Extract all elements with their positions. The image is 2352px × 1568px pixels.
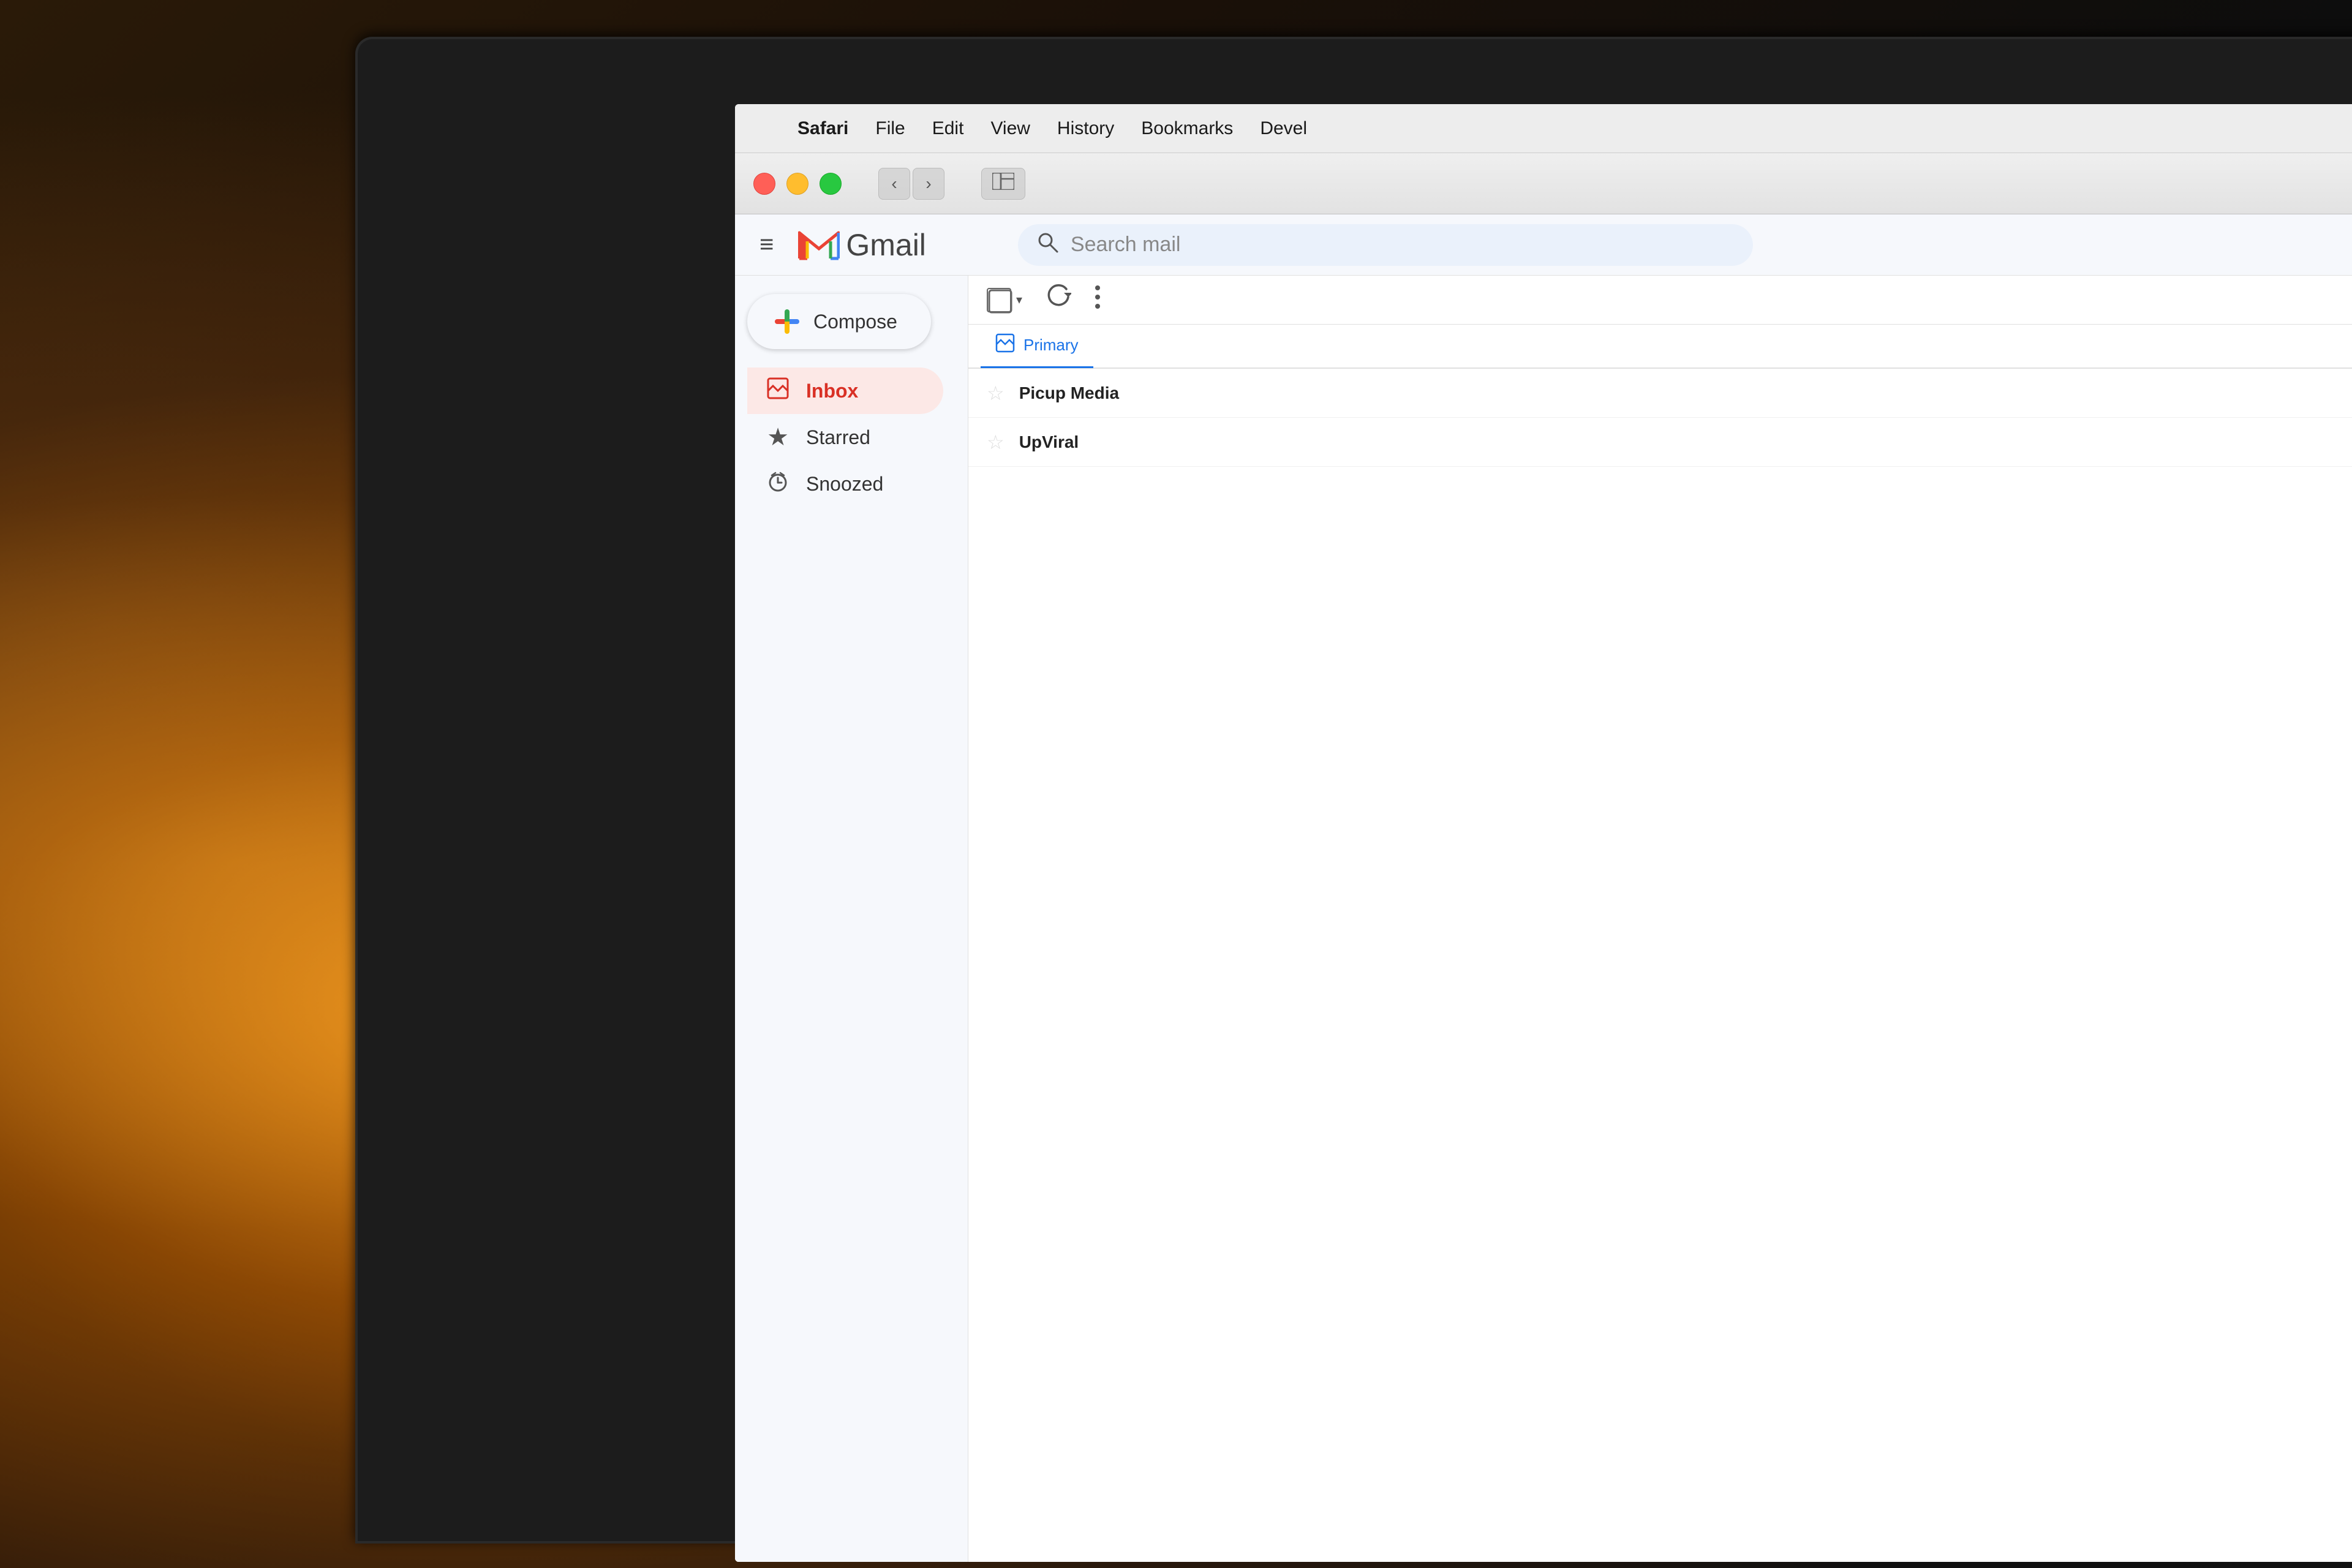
laptop-bezel: Safari File Edit View History Bookmarks … — [355, 37, 2352, 1544]
compose-plus-icon — [772, 306, 802, 337]
search-placeholder-text: Search mail — [1071, 233, 1181, 257]
menubar-file[interactable]: File — [862, 118, 918, 139]
compose-button[interactable]: Compose — [747, 294, 931, 349]
mail-sender-1: UpViral — [1019, 432, 1203, 452]
menubar-bookmarks[interactable]: Bookmarks — [1128, 118, 1246, 139]
select-all-checkbox[interactable] — [987, 288, 1011, 312]
mail-toolbar: ▾ — [968, 276, 2352, 325]
menubar-devel[interactable]: Devel — [1246, 118, 1321, 139]
star-button-0[interactable]: ☆ — [987, 382, 1005, 405]
search-bar[interactable]: Search mail — [1018, 224, 1753, 266]
sidebar-starred-label: Starred — [806, 426, 870, 449]
tab-primary-label: Primary — [1023, 336, 1079, 355]
sidebar-item-snoozed[interactable]: Snoozed — [747, 461, 943, 507]
menubar: Safari File Edit View History Bookmarks … — [735, 104, 2352, 153]
sidebar-item-starred[interactable]: ★ Starred — [747, 414, 943, 461]
screen: Safari File Edit View History Bookmarks … — [735, 104, 2352, 1562]
back-icon: ‹ — [891, 174, 897, 194]
sidebar: Compose Inbox ★ — [735, 276, 968, 1562]
compose-label: Compose — [813, 311, 897, 333]
menubar-view[interactable]: View — [977, 118, 1043, 139]
menubar-edit[interactable]: Edit — [919, 118, 978, 139]
traffic-lights — [753, 173, 842, 195]
zoom-window-button[interactable] — [820, 173, 842, 195]
menubar-history[interactable]: History — [1044, 118, 1128, 139]
gmail-logo-text: Gmail — [846, 227, 926, 263]
forward-icon: › — [925, 174, 931, 194]
refresh-button[interactable] — [1041, 279, 1076, 321]
primary-tab-icon — [995, 333, 1015, 358]
more-options-button[interactable] — [1095, 284, 1101, 316]
sidebar-item-inbox[interactable]: Inbox — [747, 368, 943, 414]
select-all-dropdown[interactable]: ▾ — [987, 288, 1022, 312]
sidebar-inbox-label: Inbox — [806, 380, 858, 402]
back-button[interactable]: ‹ — [878, 168, 910, 200]
sidebar-toggle-button[interactable] — [981, 168, 1025, 200]
mail-row[interactable]: ☆ UpViral — [968, 418, 2352, 467]
mail-list-area: ▾ — [968, 276, 2352, 1562]
mail-rows: ☆ Picup Media ☆ UpViral — [968, 369, 2352, 467]
minimize-window-button[interactable] — [786, 173, 809, 195]
tab-primary[interactable]: Primary — [981, 324, 1093, 368]
sidebar-toggle-icon — [992, 173, 1014, 194]
nav-buttons: ‹ › — [878, 168, 944, 200]
mail-sender-0: Picup Media — [1019, 383, 1203, 403]
mail-row[interactable]: ☆ Picup Media — [968, 369, 2352, 418]
snoozed-icon — [764, 470, 791, 498]
close-window-button[interactable] — [753, 173, 775, 195]
menubar-safari[interactable]: Safari — [784, 118, 862, 139]
mail-tabs: Primary — [968, 325, 2352, 369]
gmail-logo: Gmail — [798, 227, 963, 263]
hamburger-menu-button[interactable]: ≡ — [753, 225, 780, 265]
browser-toolbar: ‹ › — [735, 153, 2352, 214]
select-all-arrow[interactable]: ▾ — [1016, 292, 1022, 307]
sidebar-snoozed-label: Snoozed — [806, 473, 883, 496]
gmail-header: ≡ — [735, 214, 2352, 276]
search-icon — [1036, 231, 1058, 259]
gmail-m-logo — [798, 229, 840, 261]
star-button-1[interactable]: ☆ — [987, 431, 1005, 454]
gmail-main: Compose Inbox ★ — [735, 276, 2352, 1562]
inbox-icon — [764, 377, 791, 405]
forward-button[interactable]: › — [913, 168, 944, 200]
starred-icon: ★ — [764, 423, 791, 451]
